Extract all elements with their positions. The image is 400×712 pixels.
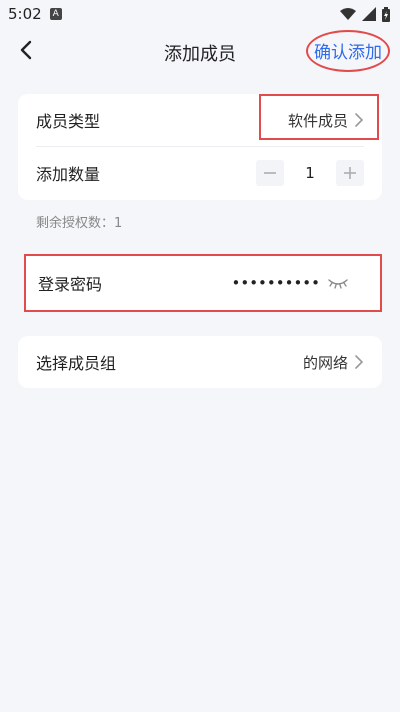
member-group-row[interactable]: 选择成员组 的网络 bbox=[18, 336, 382, 388]
status-time: 5:02 bbox=[8, 5, 42, 23]
plus-icon bbox=[344, 167, 356, 179]
password-field[interactable]: •••••••••• bbox=[190, 274, 320, 292]
status-icons bbox=[340, 6, 390, 22]
quantity-value[interactable]: 1 bbox=[284, 164, 336, 182]
member-type-row[interactable]: 成员类型 软件成员 bbox=[18, 94, 382, 146]
member-type-value: 软件成员 bbox=[287, 111, 348, 130]
chevron-right-icon bbox=[355, 355, 364, 369]
member-type-selector[interactable]: 软件成员 bbox=[288, 110, 364, 131]
notification-a-icon: A bbox=[49, 8, 62, 20]
show-password-toggle[interactable] bbox=[328, 277, 348, 289]
member-settings-card: 成员类型 软件成员 添加数量 1 bbox=[18, 94, 382, 200]
member-type-label: 成员类型 bbox=[36, 112, 101, 131]
decrement-button[interactable] bbox=[256, 160, 284, 186]
password-row: 登录密码 •••••••••• bbox=[26, 256, 380, 310]
quantity-label: 添加数量 bbox=[36, 165, 101, 184]
member-group-value: 的网络 bbox=[302, 353, 348, 372]
wifi-icon bbox=[340, 7, 356, 21]
member-group-label: 选择成员组 bbox=[36, 354, 117, 373]
minus-icon bbox=[264, 172, 276, 174]
quantity-stepper: 1 bbox=[256, 160, 364, 186]
status-bar: 5:02 A bbox=[0, 0, 400, 28]
password-label: 登录密码 bbox=[38, 275, 103, 294]
member-group-card: 选择成员组 的网络 bbox=[18, 336, 382, 388]
eye-closed-icon bbox=[328, 279, 348, 289]
signal-icon bbox=[362, 7, 376, 21]
remaining-licenses-text: 剩余授权数：1 bbox=[36, 216, 123, 231]
battery-charging-icon bbox=[382, 6, 390, 22]
confirm-add-button[interactable]: 确认添加 bbox=[314, 38, 382, 63]
chevron-right-icon bbox=[355, 113, 364, 127]
increment-button[interactable] bbox=[336, 160, 364, 186]
member-group-selector[interactable]: 的网络 bbox=[303, 352, 364, 373]
quantity-row: 添加数量 1 bbox=[18, 147, 382, 199]
password-card: 登录密码 •••••••••• bbox=[24, 254, 382, 312]
nav-bar: 添加成员 确认添加 bbox=[0, 28, 400, 74]
